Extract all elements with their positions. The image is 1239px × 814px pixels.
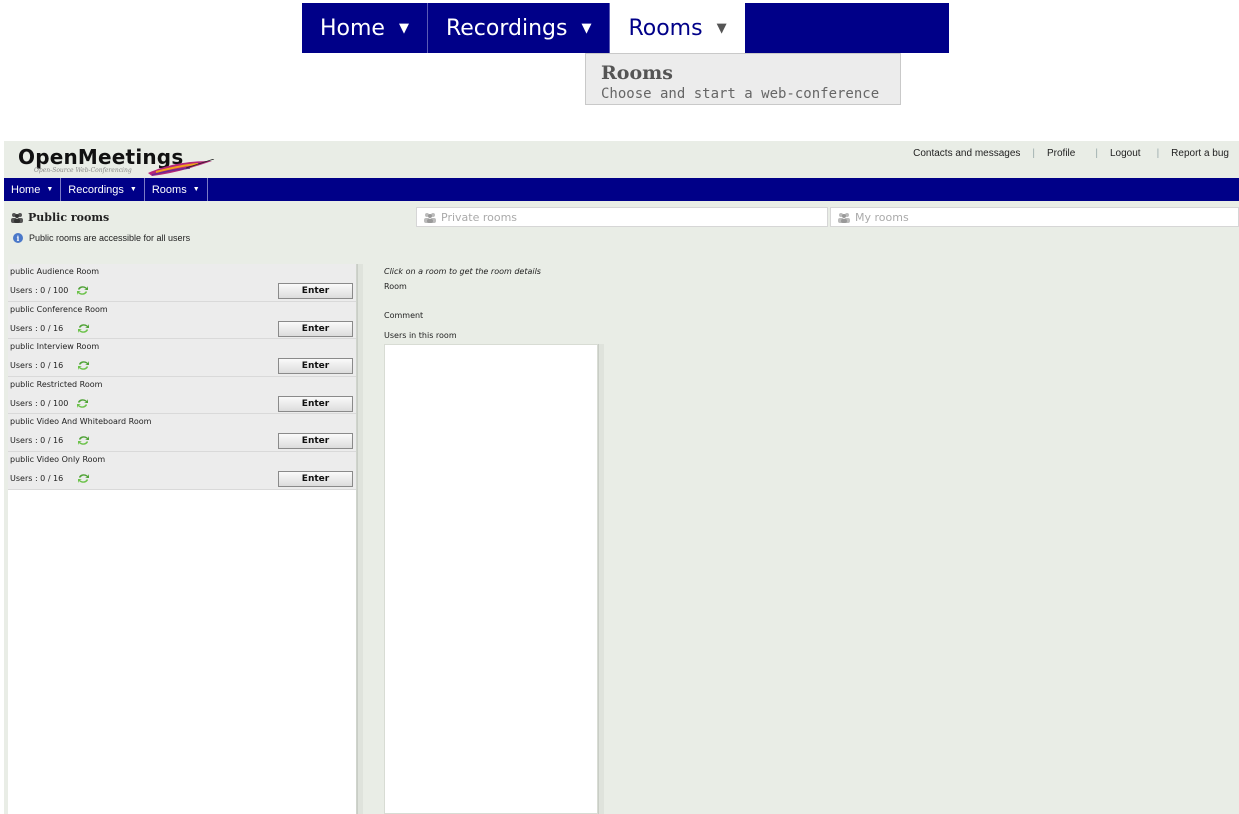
tab-public-rooms[interactable]: Public rooms xyxy=(4,207,414,227)
room-name: public Interview Room xyxy=(10,342,100,352)
comment-label: Comment xyxy=(384,311,424,320)
zoomed-main-menu: Home ▼ Recordings ▼ Rooms ▼ xyxy=(302,3,949,53)
profile-link[interactable]: Profile xyxy=(1047,148,1075,159)
link-separator: | xyxy=(1156,148,1160,159)
tab-private-rooms[interactable]: Private rooms xyxy=(416,207,828,227)
refresh-icon[interactable] xyxy=(77,360,90,371)
tab-public-rooms-label: Public rooms xyxy=(28,210,110,224)
logout-link[interactable]: Logout xyxy=(1110,148,1141,159)
zoom-menu-recordings-label: Recordings xyxy=(445,15,568,41)
tab-my-rooms-label: My rooms xyxy=(855,210,909,224)
link-separator: | xyxy=(1095,148,1098,159)
room-users-count: Users : 0 / 16 xyxy=(10,361,64,371)
nav-rooms[interactable]: Rooms ▼ xyxy=(145,178,208,201)
dropdown-item-description: Choose and start a web-conference xyxy=(601,86,880,102)
tab-private-rooms-label: Private rooms xyxy=(441,210,518,224)
rooms-dropdown-item[interactable]: Rooms Choose and start a web-conference xyxy=(585,53,901,105)
enter-button[interactable]: Enter xyxy=(278,395,353,412)
room-name: public Video And Whiteboard Room xyxy=(10,417,152,427)
openmeetings-app: OpenMeetings Open-Source Web-Conferencin… xyxy=(4,141,1239,814)
app-header: OpenMeetings Open-Source Web-Conferencin… xyxy=(4,141,1239,178)
caret-down-icon: ▼ xyxy=(398,20,409,36)
zoom-menu-recordings[interactable]: Recordings ▼ xyxy=(428,3,611,53)
users-in-room-label: Users in this room xyxy=(384,331,457,340)
room-users-count: Users : 0 / 16 xyxy=(10,323,64,333)
room-users: Users : 0 / 16 xyxy=(10,360,90,371)
caret-down-icon: ▼ xyxy=(716,20,727,36)
contacts-messages-link[interactable]: Contacts and messages xyxy=(913,148,1020,159)
room-name: public Conference Room xyxy=(10,304,108,314)
refresh-icon[interactable] xyxy=(76,285,89,296)
room-name: public Video Only Room xyxy=(10,454,106,464)
refresh-icon[interactable] xyxy=(76,398,89,409)
caret-down-icon: ▼ xyxy=(46,186,54,193)
people-icon xyxy=(424,212,436,223)
enter-button[interactable]: Enter xyxy=(278,283,353,299)
info-message: i Public rooms are accessible for all us… xyxy=(13,233,190,243)
caret-down-icon: ▼ xyxy=(129,186,137,193)
nav-recordings-label: Recordings xyxy=(68,183,124,196)
link-separator: | xyxy=(1032,148,1035,159)
nav-recordings[interactable]: Recordings ▼ xyxy=(61,178,145,201)
refresh-icon[interactable] xyxy=(77,323,90,334)
list-item[interactable]: public Video Only Room Users : 0 / 16 En… xyxy=(8,451,356,490)
enter-button[interactable]: Enter xyxy=(278,433,353,450)
nav-home[interactable]: Home ▼ xyxy=(4,178,62,201)
tab-my-rooms[interactable]: My rooms xyxy=(830,207,1239,227)
list-item[interactable]: public Conference Room Users : 0 / 16 En… xyxy=(8,301,356,340)
caret-down-icon: ▼ xyxy=(581,20,592,36)
room-users: Users : 0 / 16 xyxy=(10,473,90,484)
people-icon xyxy=(11,212,23,223)
enter-button[interactable]: Enter xyxy=(278,470,353,487)
room-label: Room xyxy=(384,282,407,291)
caret-down-icon: ▼ xyxy=(192,186,200,193)
room-users: Users : 0 / 100 xyxy=(10,285,89,296)
feather-logo-icon xyxy=(148,159,215,176)
room-name: public Restricted Room xyxy=(10,379,103,389)
zoom-menu-rooms-label: Rooms xyxy=(628,15,703,41)
room-users: Users : 0 / 16 xyxy=(10,323,90,334)
list-item[interactable]: public Interview Room Users : 0 / 16 Ent… xyxy=(8,339,356,377)
nav-rooms-label: Rooms xyxy=(151,183,187,196)
people-icon xyxy=(838,212,850,223)
refresh-icon[interactable] xyxy=(77,473,90,484)
room-tabs: Public rooms Private rooms My rooms xyxy=(4,207,1239,227)
nav-home-label: Home xyxy=(11,183,41,196)
room-users-count: Users : 0 / 100 xyxy=(10,398,69,408)
room-users-count: Users : 0 / 16 xyxy=(10,473,64,483)
room-users-count: Users : 0 / 16 xyxy=(10,436,64,446)
refresh-icon[interactable] xyxy=(77,435,90,446)
list-item[interactable]: public Restricted Room Users : 0 / 100 E… xyxy=(8,376,356,415)
list-item[interactable]: public Video And Whiteboard Room Users :… xyxy=(8,414,356,452)
zoom-menu-home[interactable]: Home ▼ xyxy=(302,3,428,53)
list-item[interactable]: public Audience Room Users : 0 / 100 Ent… xyxy=(8,264,356,302)
report-bug-link[interactable]: Report a bug xyxy=(1171,148,1229,159)
dropdown-item-title: Rooms xyxy=(601,62,673,84)
main-nav: Home ▼ Recordings ▼ Rooms ▼ xyxy=(4,178,1239,201)
enter-button[interactable]: Enter xyxy=(278,320,353,337)
zoom-menu-rooms[interactable]: Rooms ▼ xyxy=(610,3,745,53)
users-list-scrollbar[interactable] xyxy=(598,344,604,814)
room-list-scrollbar[interactable] xyxy=(357,264,363,814)
room-users-count: Users : 0 / 100 xyxy=(10,286,69,295)
room-list: public Audience Room Users : 0 / 100 Ent… xyxy=(8,264,357,814)
room-name: public Audience Room xyxy=(10,267,100,276)
top-links: Contacts and messages | Profile | Logout… xyxy=(913,148,1229,159)
users-in-room-list xyxy=(384,344,598,814)
room-details-hint: Click on a room to get the room details xyxy=(384,267,541,276)
enter-button[interactable]: Enter xyxy=(278,358,353,375)
room-users: Users : 0 / 16 xyxy=(10,435,90,446)
zoom-menu-home-label: Home xyxy=(320,15,385,41)
info-text: Public rooms are accessible for all user… xyxy=(29,233,191,243)
logo: OpenMeetings Open-Source Web-Conferencin… xyxy=(18,145,215,176)
room-users: Users : 0 / 100 xyxy=(10,398,89,409)
info-icon: i xyxy=(13,233,23,243)
